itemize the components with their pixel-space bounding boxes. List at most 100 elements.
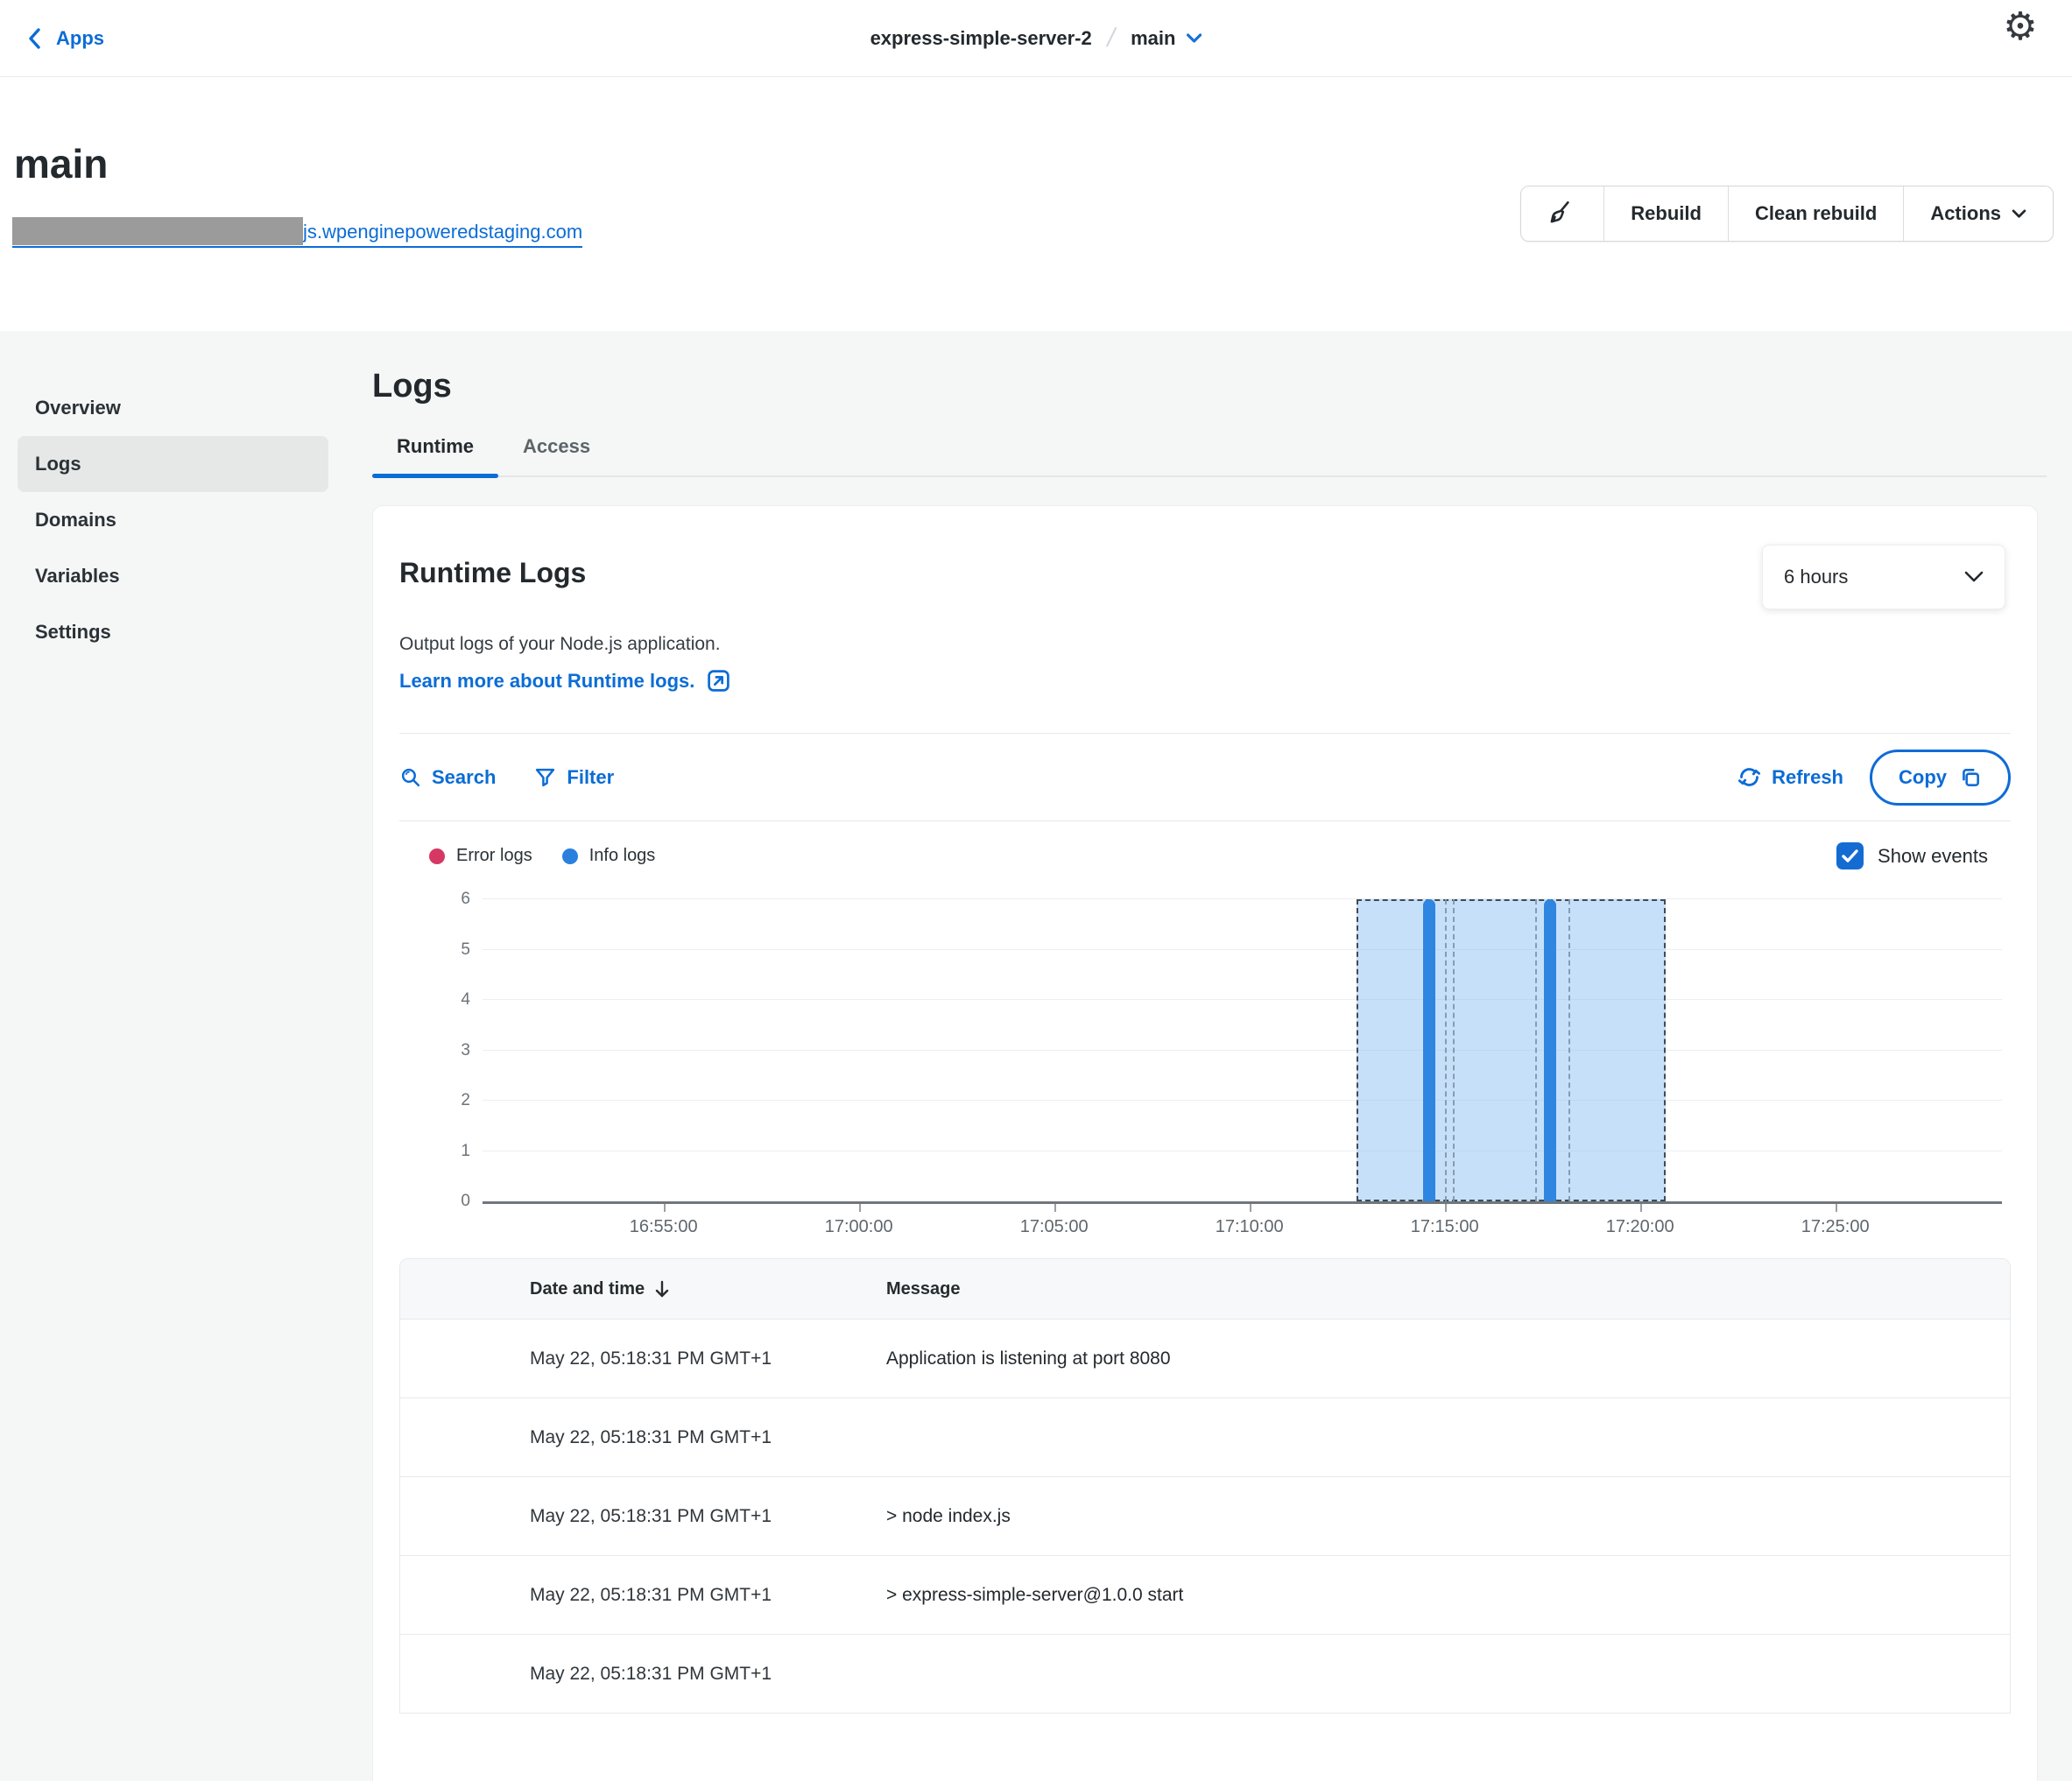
card-title: Runtime Logs (399, 557, 586, 589)
chevron-down-icon (1964, 571, 1984, 583)
y-axis-tick-label: 5 (461, 940, 470, 960)
table-row: May 22, 05:18:31 PM GMT+1> express-simpl… (400, 1555, 2010, 1634)
actions-dropdown-button[interactable]: Actions (1903, 187, 2053, 241)
column-header-message: Message (886, 1279, 2010, 1299)
x-axis-tick-mark (664, 1204, 666, 1212)
y-axis-tick-label: 6 (461, 890, 470, 909)
y-axis-tick-label: 4 (461, 990, 470, 1010)
refresh-label: Refresh (1772, 766, 1843, 789)
x-axis-tick-mark (1836, 1204, 1837, 1212)
chart-gridline (483, 999, 2002, 1000)
show-events-checkbox[interactable] (1836, 842, 1864, 869)
cell-date: May 22, 05:18:31 PM GMT+1 (400, 1506, 886, 1527)
clean-rebuild-button[interactable]: Clean rebuild (1728, 187, 1903, 241)
sidebar-item-logs[interactable]: Logs (18, 436, 328, 492)
page: Apps express-simple-server-2 / main ⚙ ma… (0, 0, 2072, 1781)
chevron-down-icon (2012, 209, 2026, 219)
y-axis-tick-label: 0 (461, 1192, 470, 1211)
gear-icon: ⚙ (2003, 8, 2037, 46)
chevron-down-icon (1186, 33, 1202, 44)
breadcrumb-app-name[interactable]: express-simple-server-2 (870, 27, 1092, 50)
cell-message: Application is listening at port 8080 (886, 1348, 2010, 1369)
tab-runtime[interactable]: Runtime (372, 435, 498, 475)
x-axis-tick-mark (1445, 1204, 1447, 1212)
broom-button[interactable] (1521, 187, 1603, 241)
legend-dot-icon (429, 848, 445, 864)
settings-gear-button[interactable]: ⚙ (2000, 7, 2040, 47)
learn-more-label: Learn more about Runtime logs. (399, 670, 694, 693)
refresh-button[interactable]: Refresh (1737, 765, 1843, 789)
broom-icon (1547, 199, 1577, 229)
x-axis-tick-label: 17:20:00 (1606, 1217, 1674, 1237)
environment-url-row: js.wpenginepoweredstaging.com (12, 221, 678, 252)
x-axis-tick-mark (1640, 1204, 1642, 1212)
external-link-icon (707, 669, 730, 693)
log-frequency-chart: 012345616:55:0017:00:0017:05:0017:10:001… (373, 899, 2002, 1250)
copy-label: Copy (1899, 766, 1947, 789)
event-marker-line (1453, 899, 1455, 1201)
cell-message: > node index.js (886, 1506, 2010, 1527)
breadcrumb: express-simple-server-2 / main (870, 24, 1202, 53)
hero-section: main js.wpenginepoweredstaging.com Rebui… (0, 77, 2072, 331)
x-axis-tick-label: 17:10:00 (1216, 1217, 1284, 1237)
legend-label: Info logs (589, 846, 656, 866)
chart-bar-info-logs (1544, 899, 1556, 1201)
sidebar-item-overview[interactable]: Overview (18, 380, 328, 436)
copy-icon (1959, 766, 1982, 789)
card-header: Runtime Logs 6 hours (373, 506, 2037, 609)
cell-date: May 22, 05:18:31 PM GMT+1 (400, 1427, 886, 1448)
chart-controls-row: Error logsInfo logs Show events (399, 842, 2011, 869)
redaction-overlay (12, 217, 303, 245)
branch-name: main (1131, 27, 1175, 50)
learn-more-link[interactable]: Learn more about Runtime logs. (399, 669, 730, 693)
chart-selection-region[interactable] (1357, 899, 1667, 1201)
event-marker-line (1445, 899, 1447, 1201)
chart-plot-area[interactable]: 012345616:55:0017:00:0017:05:0017:10:001… (483, 899, 2002, 1204)
sort-descending-icon[interactable] (653, 1279, 671, 1299)
copy-button[interactable]: Copy (1870, 750, 2011, 806)
card-description: Output logs of your Node.js application. (373, 634, 2037, 655)
filter-icon (534, 766, 556, 788)
filter-button[interactable]: Filter (534, 766, 614, 789)
cell-date: May 22, 05:18:31 PM GMT+1 (400, 1585, 886, 1606)
chart-gridline (483, 898, 2002, 899)
chart-bar-info-logs (1423, 899, 1435, 1201)
table-row: May 22, 05:18:31 PM GMT+1 (400, 1397, 2010, 1476)
environment-title: main (14, 140, 108, 187)
chart-gridline (483, 1100, 2002, 1101)
search-button[interactable]: Search (399, 766, 496, 789)
y-axis-tick-label: 3 (461, 1041, 470, 1060)
rebuild-button[interactable]: Rebuild (1603, 187, 1728, 241)
breadcrumb-separator: / (1104, 24, 1118, 53)
chevron-left-icon (26, 27, 44, 50)
top-bar: Apps express-simple-server-2 / main ⚙ (0, 0, 2072, 77)
event-marker-line (1568, 899, 1570, 1201)
log-toolbar: Search Filter (399, 734, 2011, 821)
x-axis-tick-mark (859, 1204, 861, 1212)
sidebar-item-domains[interactable]: Domains (18, 492, 328, 548)
column-header-date[interactable]: Date and time (400, 1279, 886, 1299)
log-table-header: Date and time Message (400, 1259, 2010, 1319)
back-to-apps-link[interactable]: Apps (26, 27, 104, 50)
tab-access[interactable]: Access (498, 435, 615, 475)
event-marker-line (1535, 899, 1537, 1201)
x-axis-tick-label: 17:25:00 (1801, 1217, 1870, 1237)
x-axis-tick-label: 17:00:00 (825, 1217, 893, 1237)
table-row: May 22, 05:18:31 PM GMT+1Application is … (400, 1319, 2010, 1397)
time-range-value: 6 hours (1784, 566, 1848, 588)
sidebar-item-variables[interactable]: Variables (18, 548, 328, 604)
branch-selector[interactable]: main (1131, 27, 1202, 50)
chart-gridline (483, 949, 2002, 950)
show-events-label: Show events (1878, 845, 1988, 868)
log-table: Date and time Message May 22, 05:18:31 P… (399, 1258, 2011, 1714)
time-range-select[interactable]: 6 hours (1762, 545, 2005, 609)
x-axis-tick-label: 17:05:00 (1020, 1217, 1089, 1237)
show-events-toggle[interactable]: Show events (1836, 842, 2011, 869)
sidebar-item-settings[interactable]: Settings (18, 604, 328, 660)
search-icon (399, 766, 421, 788)
refresh-icon (1737, 765, 1761, 789)
runtime-logs-card: Runtime Logs 6 hours Output logs of your… (372, 505, 2038, 1781)
legend-dot-icon (562, 848, 578, 864)
actions-label: Actions (1930, 202, 2001, 225)
chart-gridline (483, 1050, 2002, 1051)
